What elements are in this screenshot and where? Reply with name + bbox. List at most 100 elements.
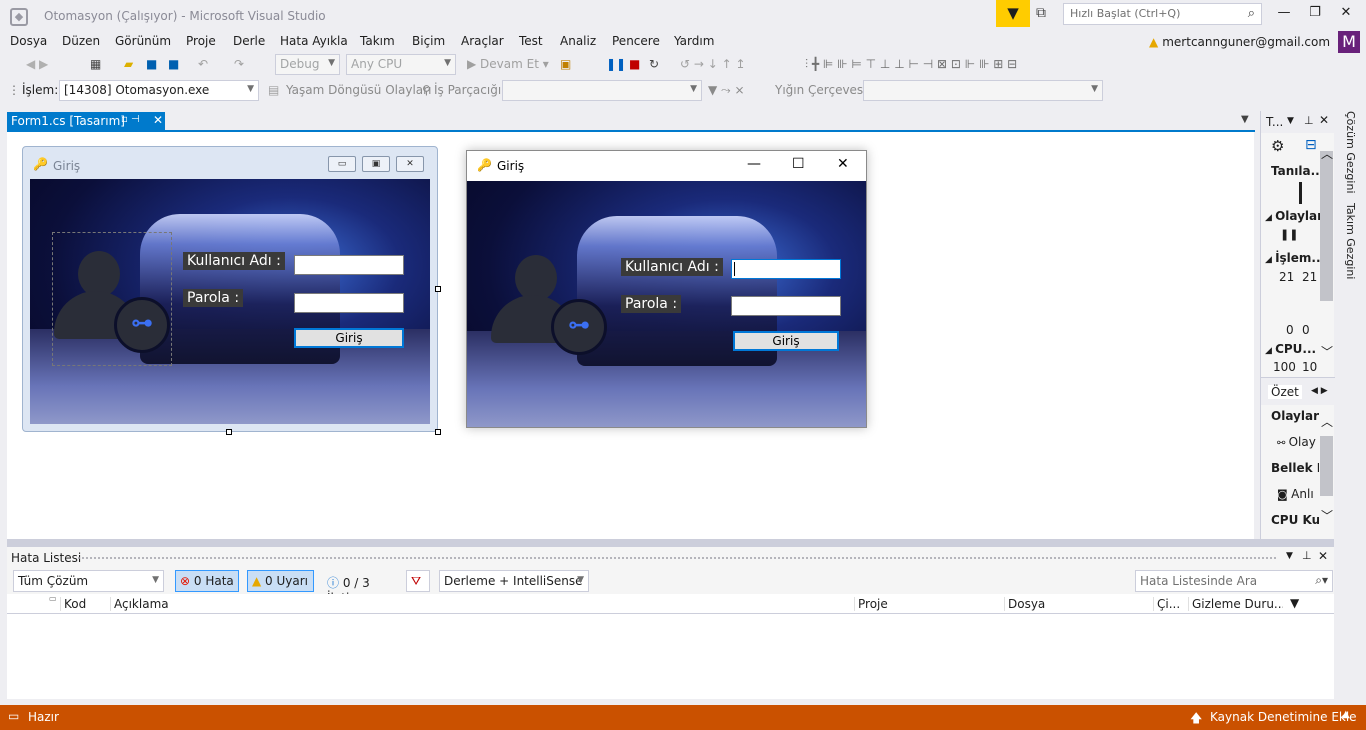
process-memory-section[interactable]: ◢ İşlem... bbox=[1265, 251, 1325, 265]
select-tool-icon[interactable]: ⊟ bbox=[1305, 137, 1317, 153]
tab-list-chevron-icon[interactable]: ▼ bbox=[1241, 114, 1249, 125]
designer-form[interactable]: 🔑 Giriş ▭ ▣ ✕ ⊶ Kullanıcı Adı : Parola :… bbox=[22, 146, 438, 432]
tab-solution-explorer[interactable]: Çözüm Gezgini bbox=[1344, 111, 1357, 194]
snapshot-item[interactable]: ◙ Anlı bbox=[1277, 487, 1314, 501]
filter-thread-icons[interactable]: ▼ ⤳ ⨯ bbox=[708, 83, 745, 98]
continue-button[interactable]: ▶ Devam Et ▾ bbox=[467, 57, 549, 71]
close-icon[interactable]: ✕ bbox=[1318, 549, 1328, 563]
menu-format[interactable]: Biçim bbox=[412, 34, 445, 48]
restore-button[interactable]: ❐ bbox=[1301, 5, 1329, 25]
menu-tools[interactable]: Araçlar bbox=[461, 34, 504, 48]
account-area[interactable]: ▲mertcannguner@gmail.com▼ bbox=[1149, 35, 1345, 49]
restart-icon[interactable]: ↻ bbox=[649, 57, 659, 71]
menu-team[interactable]: Takım bbox=[360, 34, 395, 48]
login-button[interactable]: Giriş bbox=[294, 328, 404, 348]
menu-analyze[interactable]: Analiz bbox=[560, 34, 596, 48]
resize-handle[interactable] bbox=[435, 429, 441, 435]
close-icon[interactable]: ✕ bbox=[1319, 113, 1329, 127]
undo-icon[interactable]: ↶ bbox=[198, 57, 208, 71]
resize-handle[interactable] bbox=[226, 429, 232, 435]
platform-select[interactable]: Any CPU ▼ bbox=[346, 54, 456, 75]
attach-icon[interactable]: ▣ bbox=[560, 57, 571, 71]
stop-icon[interactable]: ■ bbox=[629, 57, 640, 71]
pin-icon[interactable]: ⊥ bbox=[1302, 549, 1312, 562]
warnings-filter-button[interactable]: ▲ 0 Uyarı bbox=[247, 570, 314, 592]
settings-gear-icon[interactable]: ⚙ bbox=[1271, 137, 1284, 155]
close-tab-icon[interactable]: ✕ bbox=[153, 113, 163, 127]
configuration-select[interactable]: Debug ▼ bbox=[275, 54, 340, 75]
chevron-down-icon[interactable]: ▼ bbox=[1287, 116, 1294, 126]
thread-select[interactable]: ▼ bbox=[502, 80, 702, 101]
scroll-down-icon[interactable]: ﹀ bbox=[1321, 343, 1333, 360]
messages-filter-button[interactable]: ⓘ 0 / 3 İleti bbox=[322, 570, 394, 605]
panel-splitter[interactable] bbox=[7, 539, 1334, 547]
form-close-button[interactable]: ✕ bbox=[837, 156, 849, 172]
menu-project[interactable]: Proje bbox=[186, 34, 216, 48]
password-textbox[interactable] bbox=[731, 296, 841, 316]
column-description[interactable]: Açıklama bbox=[110, 597, 854, 611]
scrollbar-thumb[interactable] bbox=[1320, 151, 1333, 301]
username-textbox[interactable] bbox=[731, 259, 841, 279]
tab-summary[interactable]: Özet bbox=[1268, 385, 1302, 399]
form-minimize-button[interactable]: — bbox=[747, 156, 761, 172]
menu-view[interactable]: Görünüm bbox=[115, 34, 171, 48]
error-search-input[interactable]: Hata Listesinde Ara ⌕▾ bbox=[1135, 570, 1333, 592]
column-line[interactable]: Çi... bbox=[1153, 597, 1188, 611]
running-form-window[interactable]: 🔑 Giriş — ☐ ✕ ⊶ Kullanıcı Adı : Parola :… bbox=[466, 150, 867, 428]
tab-form1-design[interactable]: Form1.cs [Tasarım] ▫ ⊣ ✕ bbox=[7, 112, 165, 131]
save-icon[interactable]: ■ bbox=[146, 57, 157, 71]
tab-team-explorer[interactable]: Takım Gezgini bbox=[1344, 203, 1357, 279]
pin-icon[interactable]: ⊥ bbox=[1304, 114, 1314, 127]
chevron-up-icon[interactable]: ▲ bbox=[1342, 709, 1350, 720]
drag-grip[interactable] bbox=[77, 556, 1277, 560]
login-button[interactable]: Giriş bbox=[733, 331, 839, 351]
build-filter-select[interactable]: Derleme + IntelliSense ▼ bbox=[439, 570, 589, 592]
menu-test[interactable]: Test bbox=[519, 34, 543, 48]
menu-window[interactable]: Pencere bbox=[612, 34, 660, 48]
scope-select[interactable]: Tüm Çözüm ▼ bbox=[13, 570, 164, 592]
new-project-icon[interactable]: ▦ bbox=[90, 57, 101, 71]
step-icons[interactable]: ↺ → ↓ ↑ ↥ bbox=[680, 57, 746, 71]
column-filter-icon[interactable]: ▼ bbox=[1290, 596, 1299, 610]
close-button[interactable]: ✕ bbox=[1332, 5, 1360, 25]
events-item[interactable]: ⚯ Olay bbox=[1277, 435, 1316, 449]
column-suppression[interactable]: Gizleme Duru... bbox=[1188, 597, 1283, 611]
errors-filter-button[interactable]: ⊗ 0 Hata bbox=[175, 570, 239, 592]
events-section[interactable]: ◢ Olaylar bbox=[1265, 209, 1323, 223]
quick-launch-input[interactable]: Hızlı Başlat (Ctrl+Q) ⌕ bbox=[1063, 3, 1262, 25]
chevron-down-icon[interactable]: ▼ bbox=[1286, 551, 1293, 561]
notification-filter-icon[interactable]: ▼ bbox=[996, 0, 1030, 27]
username-textbox[interactable] bbox=[294, 255, 404, 275]
layout-icons[interactable]: ⫶ ╋ ⊫ ⊪ ⊨ ⊤ ⊥ ⊥ ⊢ ⊣ ⊠ ⊡ ⊩ ⊪ ⊞ ⊟ bbox=[805, 57, 1017, 72]
column-project[interactable]: Proje bbox=[854, 597, 1004, 611]
column-code[interactable]: Kod bbox=[60, 597, 110, 611]
feedback-icon[interactable]: ⧉ bbox=[1036, 5, 1046, 21]
source-control-button[interactable]: Kaynak Denetimine Ekle bbox=[1210, 710, 1357, 724]
scroll-up-icon[interactable]: ︿ bbox=[1321, 145, 1333, 162]
save-all-icon[interactable]: ■ bbox=[168, 57, 179, 71]
menu-help[interactable]: Yardım bbox=[674, 34, 714, 48]
menu-edit[interactable]: Düzen bbox=[62, 34, 100, 48]
cpu-section[interactable]: ◢ CPU... bbox=[1265, 342, 1316, 356]
form-maximize-button[interactable]: ☐ bbox=[792, 156, 805, 172]
scrollbar-thumb[interactable] bbox=[1320, 436, 1333, 496]
pause-icon[interactable]: ❚❚ bbox=[606, 57, 626, 71]
process-select[interactable]: [14308] Otomasyon.exe ▼ bbox=[59, 80, 259, 101]
clear-filter-icon[interactable]: ⛛ bbox=[406, 570, 430, 592]
resize-handle[interactable] bbox=[435, 286, 441, 292]
redo-icon[interactable]: ↷ bbox=[234, 57, 244, 71]
avatar[interactable]: M bbox=[1338, 31, 1360, 53]
menu-debug[interactable]: Hata Ayıkla bbox=[280, 34, 348, 48]
column-file[interactable]: Dosya bbox=[1004, 597, 1153, 611]
open-folder-icon[interactable]: ▰ bbox=[124, 57, 133, 71]
lifecycle-label[interactable]: Yaşam Döngüsü Olayları bbox=[286, 83, 431, 97]
scroll-down-icon[interactable]: ﹀ bbox=[1321, 507, 1333, 524]
pin-icon[interactable]: ▫ ⊣ bbox=[121, 114, 140, 125]
minimize-button[interactable]: — bbox=[1270, 5, 1298, 25]
stack-frame-select[interactable]: ▼ bbox=[863, 80, 1103, 101]
tab-scroll-icons[interactable]: ◀ ▶ bbox=[1311, 386, 1328, 396]
menu-build[interactable]: Derle bbox=[233, 34, 265, 48]
back-icon[interactable]: ◀ ▶ bbox=[26, 57, 48, 71]
menu-file[interactable]: Dosya bbox=[10, 34, 47, 48]
password-textbox[interactable] bbox=[294, 293, 404, 313]
